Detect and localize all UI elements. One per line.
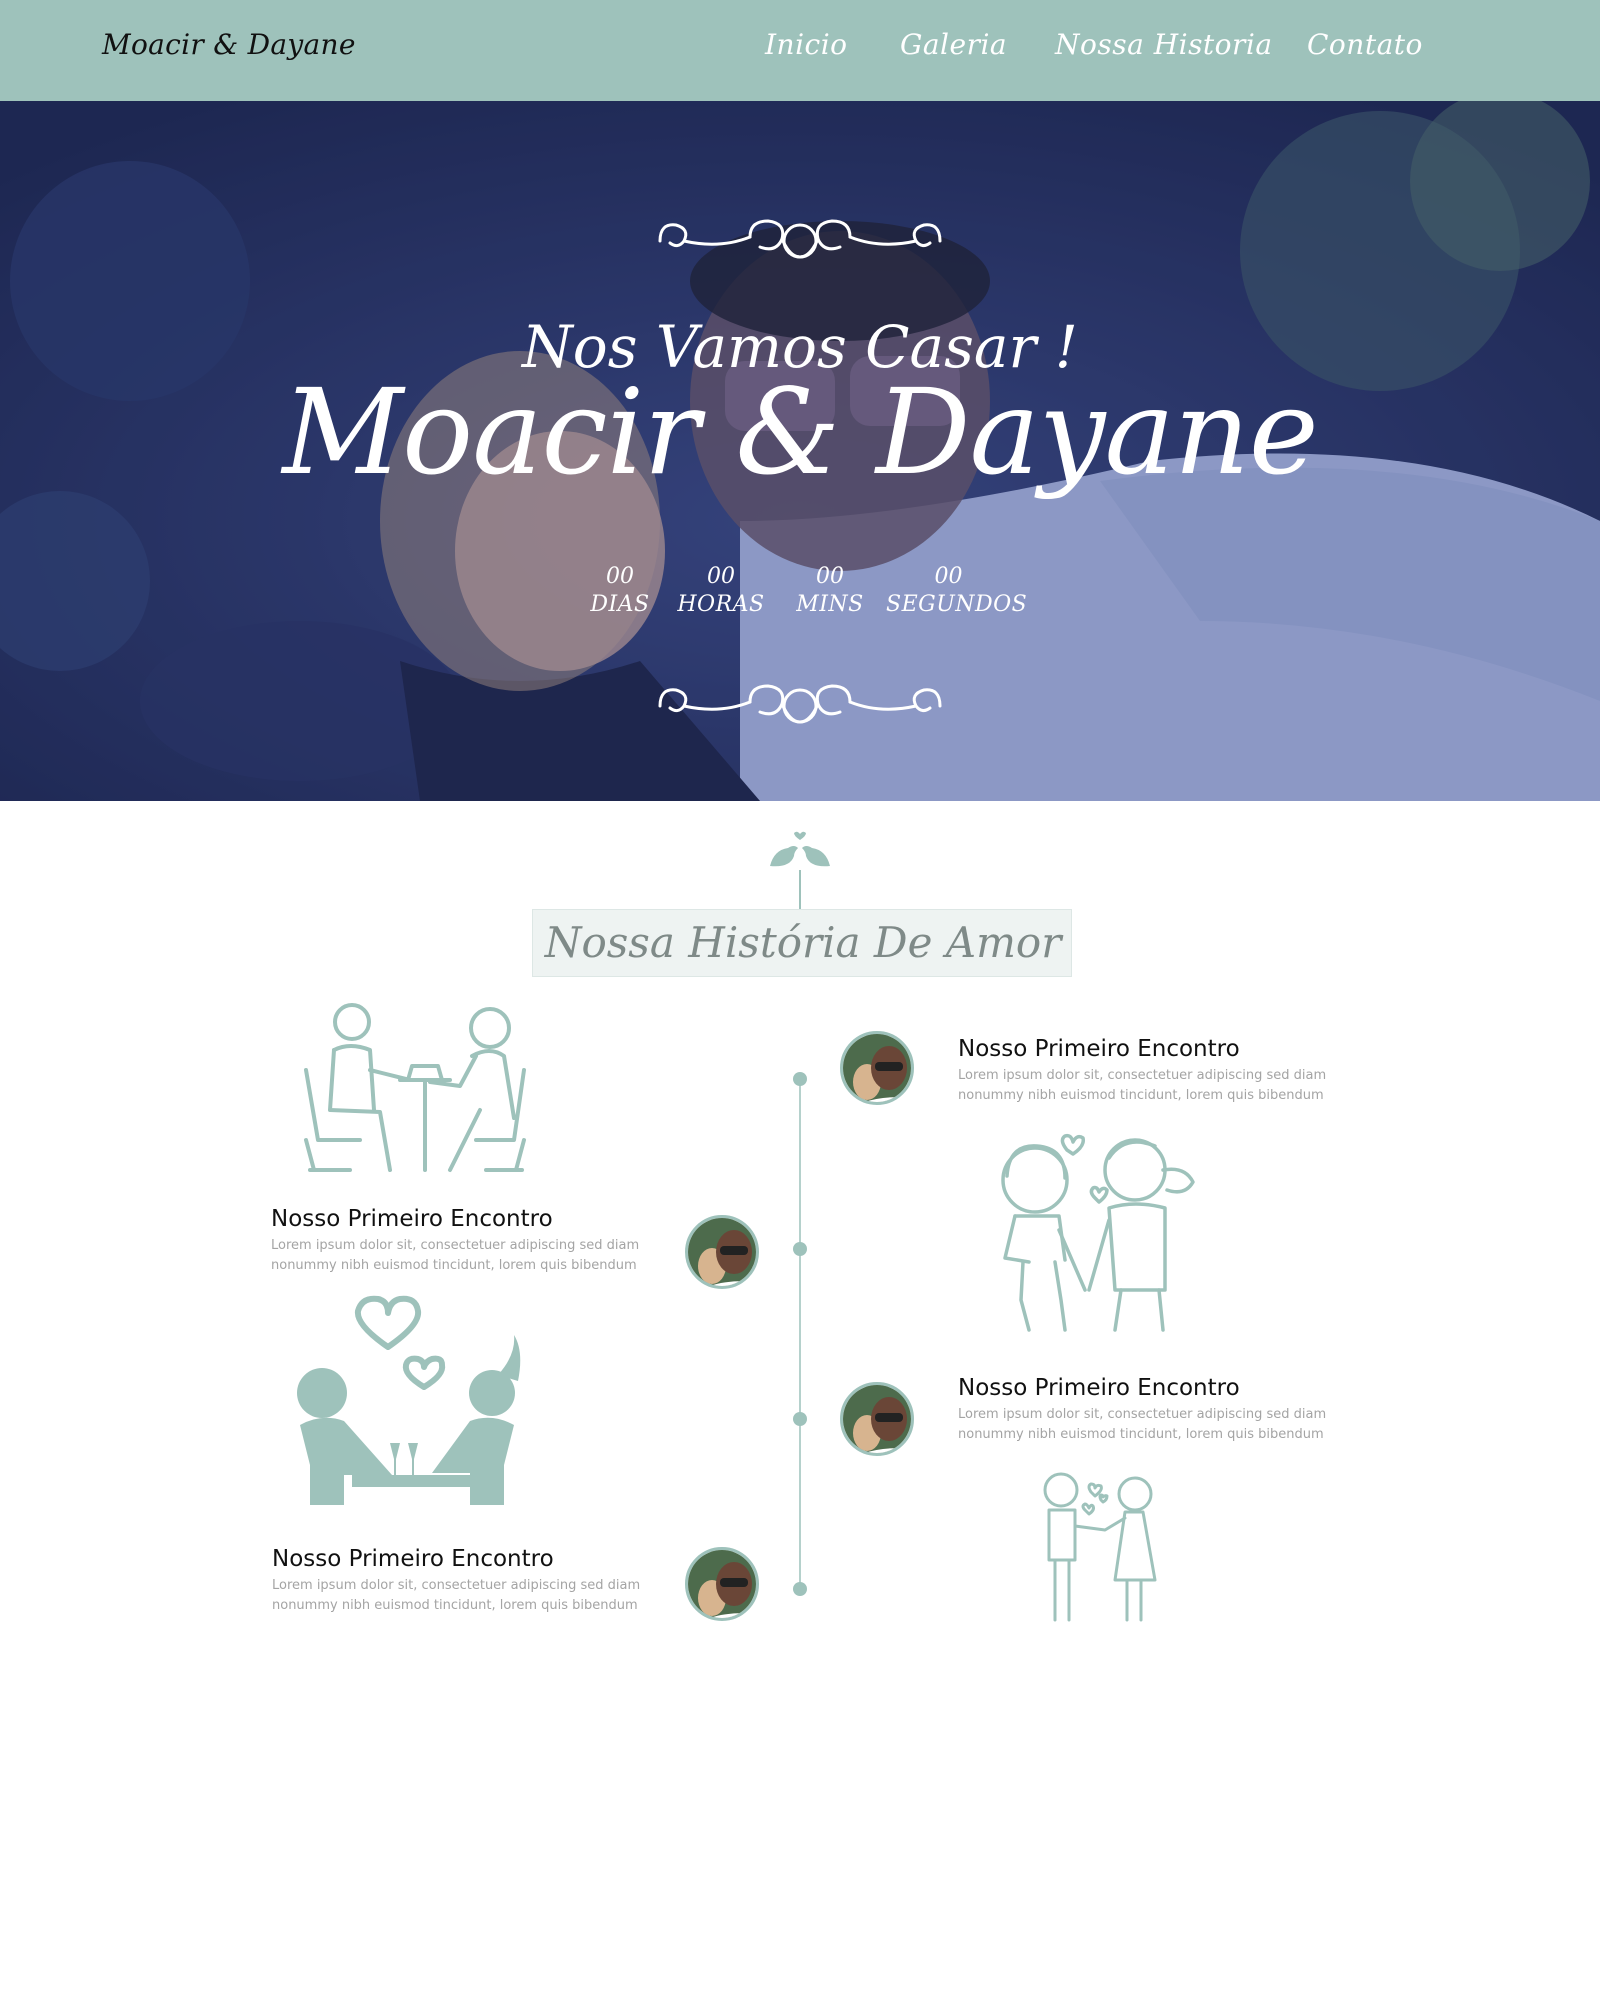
story-title: Nossa História De Amor xyxy=(544,918,1062,967)
hero-section: Nos Vamos Casar ! Moacir & Dayane 00 DIA… xyxy=(0,101,1600,801)
timeline-dot xyxy=(793,1072,807,1086)
event-title: Nosso Primeiro Encontro xyxy=(271,1206,553,1232)
countdown-days: 00 DIAS xyxy=(590,563,650,619)
countdown-hours-label: HORAS xyxy=(677,592,765,617)
countdown-seconds-value: 00 xyxy=(934,564,963,589)
event-text: Lorem ipsum dolor sit, consectetuer adip… xyxy=(271,1238,640,1273)
event-title: Nosso Primeiro Encontro xyxy=(958,1375,1240,1401)
event-title: Nosso Primeiro Encontro xyxy=(958,1036,1240,1062)
timeline-dot xyxy=(793,1242,807,1256)
couple-holding-hands-icon xyxy=(1001,1133,1195,1332)
avatar xyxy=(840,1382,914,1456)
brand-logo[interactable]: Moacir & Dayane xyxy=(102,28,356,61)
countdown-mins-label: MINS xyxy=(796,592,864,617)
timeline-dot xyxy=(793,1412,807,1426)
hero-title: Moacir & Dayane xyxy=(282,363,1318,501)
avatar xyxy=(840,1031,914,1105)
love-birds-icon xyxy=(770,831,830,867)
nav-link-nossa-historia[interactable]: Nossa Historia xyxy=(1055,28,1273,61)
couple-dinner-icon xyxy=(304,1003,526,1172)
couple-icon xyxy=(1043,1472,1157,1622)
countdown-days-label: DIAS xyxy=(590,592,650,617)
event-text: Lorem ipsum dolor sit, consectetuer adip… xyxy=(272,1578,641,1613)
navbar: Moacir & Dayane Inicio Galeria Nossa His… xyxy=(0,0,1600,101)
timeline-line xyxy=(799,1075,801,1590)
event-text: Lorem ipsum dolor sit, consectetuer adip… xyxy=(958,1068,1327,1103)
timeline-dot xyxy=(793,1582,807,1596)
story-title-box: Nossa História De Amor xyxy=(532,909,1072,977)
event-text: Lorem ipsum dolor sit, consectetuer adip… xyxy=(958,1407,1327,1442)
ornament-flourish-icon xyxy=(658,219,942,259)
countdown-mins: 00 MINS xyxy=(795,563,865,619)
countdown-seconds: 00 SEGUNDOS xyxy=(886,563,1028,619)
countdown-hours-value: 00 xyxy=(707,564,735,589)
avatar xyxy=(685,1215,759,1289)
countdown-days-value: 00 xyxy=(606,564,634,589)
nav-link-galeria[interactable]: Galeria xyxy=(900,28,1007,61)
countdown-hours: 00 HORAS xyxy=(676,563,766,619)
couple-hearts-icon xyxy=(297,1295,521,1505)
avatar xyxy=(685,1547,759,1621)
nav-link-inicio[interactable]: Inicio xyxy=(765,28,848,61)
title-connector-line xyxy=(799,870,801,910)
countdown-mins-value: 00 xyxy=(816,564,844,589)
ornament-flourish-icon xyxy=(658,684,942,724)
nav-link-contato[interactable]: Contato xyxy=(1307,28,1423,61)
countdown-seconds-label: SEGUNDOS xyxy=(886,592,1028,617)
event-title: Nosso Primeiro Encontro xyxy=(272,1546,554,1572)
